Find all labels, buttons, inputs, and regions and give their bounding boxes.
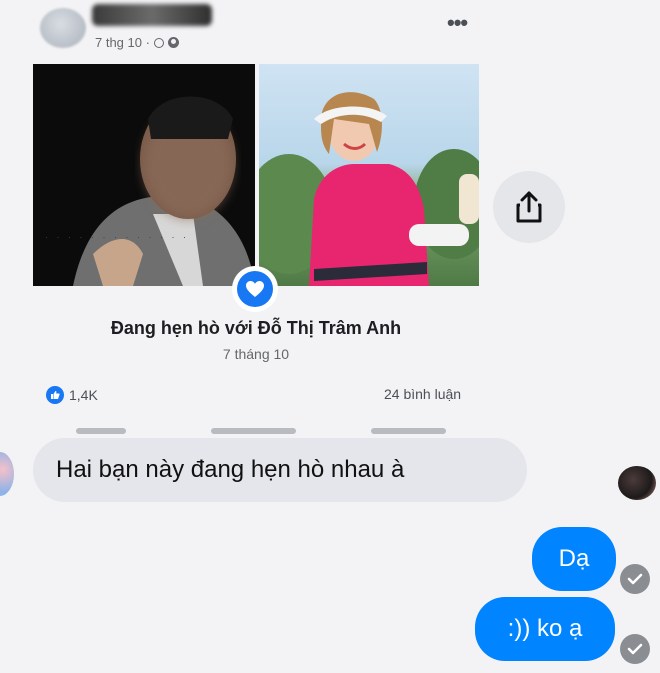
profile-photo-right[interactable] [259, 64, 479, 286]
heart-badge-icon [237, 271, 273, 307]
sender-avatar[interactable] [0, 452, 14, 496]
post-actions-partial [36, 420, 466, 436]
share-action-hint [371, 428, 446, 434]
profile-photo-left[interactable]: · · · · · · · · · · · · · [33, 64, 255, 286]
outgoing-message[interactable]: :)) ko ạ [475, 597, 615, 661]
read-receipt-avatar [618, 466, 656, 500]
like-icon [46, 386, 64, 404]
clock-icon [153, 37, 164, 48]
like-action-hint [76, 428, 126, 434]
relationship-badge [232, 266, 278, 312]
avatar[interactable] [40, 8, 86, 48]
post-date[interactable]: 7 thg 10 · [95, 35, 150, 50]
seen-check-icon [620, 634, 650, 664]
woman-photo-illustration [259, 92, 479, 286]
outgoing-message[interactable]: Dạ [532, 527, 616, 591]
globe-icon [167, 37, 179, 48]
relationship-date: 7 tháng 10 [222, 346, 290, 362]
relationship-title[interactable]: Đang hẹn hò với Đỗ Thị Trâm Anh [0, 318, 512, 339]
more-icon[interactable]: ••• [447, 10, 468, 36]
incoming-message[interactable]: Hai bạn này đang hẹn hò nhau à [33, 438, 527, 502]
comment-action-hint [211, 428, 296, 434]
reactions-summary[interactable]: 1,4K [46, 386, 98, 404]
share-button[interactable] [493, 171, 565, 243]
seen-check-icon [620, 564, 650, 594]
comments-count[interactable]: 24 bình luận [384, 386, 461, 402]
post-header: 7 thg 10 · ••• [0, 0, 660, 60]
share-icon [516, 191, 542, 223]
likes-count: 1,4K [69, 387, 98, 403]
photo-overlay-text: · · · · · · · · · · · · · [45, 232, 189, 242]
man-photo-illustration [33, 64, 255, 286]
redacted-author-name[interactable] [92, 4, 212, 26]
post-meta: 7 thg 10 · [95, 35, 179, 50]
